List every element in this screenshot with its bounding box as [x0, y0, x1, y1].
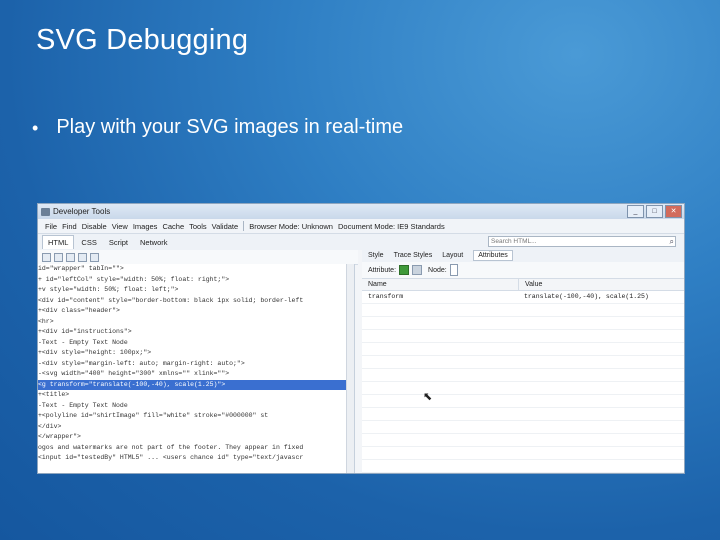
properties-tabs: Style Trace Styles Layout Attributes: [362, 248, 684, 262]
menu-tools[interactable]: Tools: [189, 222, 207, 231]
empty-row: [362, 447, 684, 460]
code-line[interactable]: +<polyline id="shirtImage" fill="white" …: [38, 411, 354, 422]
dom-tree-scrollbar[interactable]: [346, 264, 354, 473]
properties-pane: Style Trace Styles Layout Attributes Att…: [362, 248, 684, 473]
maximize-button[interactable]: □: [646, 205, 663, 218]
empty-row: [362, 421, 684, 434]
tab-script[interactable]: Script: [104, 236, 133, 249]
code-line[interactable]: +<div style="height: 100px;">: [38, 348, 354, 359]
add-attribute-icon[interactable]: [399, 265, 410, 275]
code-line[interactable]: id="wrapper" tabIn="">: [38, 264, 354, 275]
dom-tree-pane[interactable]: id="wrapper" tabIn=""> + id="leftCol" st…: [38, 264, 355, 473]
code-line[interactable]: +<div class="header">: [38, 306, 354, 317]
code-line[interactable]: <div id="content" style="border-bottom: …: [38, 296, 354, 307]
column-name[interactable]: Name: [362, 279, 519, 290]
tab-style[interactable]: Style: [368, 252, 384, 259]
menu-disable[interactable]: Disable: [82, 222, 107, 231]
empty-row: [362, 408, 684, 421]
search-placeholder: Search HTML...: [491, 238, 537, 245]
empty-row: [362, 382, 684, 395]
tab-attributes[interactable]: Attributes: [473, 249, 513, 261]
window-title: Developer Tools: [53, 207, 111, 216]
tab-layout[interactable]: Layout: [442, 252, 463, 259]
menu-cache[interactable]: Cache: [162, 222, 184, 231]
search-input[interactable]: Search HTML... ⌕: [488, 236, 676, 247]
empty-row: [362, 330, 684, 343]
code-line[interactable]: +<div id="instructions">: [38, 327, 354, 338]
edit-icon[interactable]: [90, 252, 99, 262]
empty-row: [362, 395, 684, 408]
menu-view[interactable]: View: [112, 222, 128, 231]
save-icon[interactable]: [78, 252, 87, 262]
code-line[interactable]: +<title>: [38, 390, 354, 401]
menu-images[interactable]: Images: [133, 222, 158, 231]
code-line[interactable]: </div>: [38, 422, 354, 433]
code-line[interactable]: + id="leftCol" style="width: 50%; float:…: [38, 275, 354, 286]
attribute-name[interactable]: transform: [362, 291, 518, 303]
code-line[interactable]: +v style="width: 50%; float: left;">: [38, 285, 354, 296]
menu-file[interactable]: File: [45, 222, 57, 231]
node-label: Node:: [428, 266, 447, 274]
empty-row: [362, 304, 684, 317]
attribute-label: Attribute:: [368, 266, 397, 274]
code-line[interactable]: -Text - Empty Text Node: [38, 401, 354, 412]
selected-code-line[interactable]: <g transform="translate(-100,-40), scale…: [38, 379, 354, 390]
attributes-table-header: Name Value: [362, 279, 684, 291]
tab-trace-styles[interactable]: Trace Styles: [394, 252, 433, 259]
menu-bar: File Find Disable View Images Cache Tool…: [38, 219, 684, 234]
code-line[interactable]: -<svg width="400" height="300" xmlns="" …: [38, 369, 354, 380]
empty-row: [362, 317, 684, 330]
code-line[interactable]: </wrapper">: [38, 432, 354, 443]
attribute-value[interactable]: translate(-100,-40), scale(1.25): [518, 291, 649, 303]
tab-html[interactable]: HTML: [42, 235, 75, 249]
title-bar: Developer Tools _ □ ✕: [38, 204, 684, 219]
html-toolbar: [38, 250, 358, 265]
code-line[interactable]: <input id="testedBy" HTML5" ... <users c…: [38, 453, 354, 464]
bullet-dot-icon: •: [32, 118, 39, 138]
menu-document-mode[interactable]: Document Mode: IE9 Standards: [338, 222, 445, 231]
menu-browser-mode[interactable]: Browser Mode: Unknown: [249, 222, 333, 231]
developer-tools-window: Developer Tools _ □ ✕ File Find Disable …: [37, 203, 685, 474]
attribute-toolbar: Attribute: Node:: [362, 262, 684, 279]
search-icon[interactable]: ⌕: [670, 237, 674, 247]
devtools-app-icon: [41, 207, 50, 216]
node-selector[interactable]: [449, 264, 458, 276]
slide-title: SVG Debugging: [36, 24, 249, 56]
menu-find[interactable]: Find: [62, 222, 77, 231]
code-line[interactable]: ogos and watermarks are not part of the …: [38, 443, 354, 454]
code-line[interactable]: -<div style="margin-left: auto; margin-r…: [38, 359, 354, 370]
empty-row: [362, 343, 684, 356]
table-row[interactable]: transform translate(-100,-40), scale(1.2…: [362, 291, 684, 304]
select-element-icon[interactable]: [42, 252, 51, 262]
empty-row: [362, 460, 684, 473]
clear-icon[interactable]: [54, 252, 63, 262]
column-value[interactable]: Value: [519, 279, 542, 290]
bullet-item: • Play with your SVG images in real-time: [32, 116, 403, 140]
code-line[interactable]: <hr>: [38, 317, 354, 328]
mouse-cursor-icon: ⬉: [423, 391, 433, 403]
menu-validate[interactable]: Validate: [212, 222, 239, 231]
menu-separator: [243, 221, 245, 231]
close-button[interactable]: ✕: [665, 205, 682, 218]
empty-row: [362, 369, 684, 382]
empty-row: [362, 356, 684, 369]
minimize-button[interactable]: _: [627, 205, 644, 218]
delete-attribute-icon[interactable]: [412, 265, 423, 275]
refresh-icon[interactable]: [66, 252, 75, 262]
tab-css[interactable]: CSS: [76, 236, 101, 249]
empty-row: [362, 434, 684, 447]
tab-network[interactable]: Network: [135, 236, 173, 249]
bullet-text: Play with your SVG images in real-time: [56, 116, 404, 138]
code-line[interactable]: -Text - Empty Text Node: [38, 338, 354, 349]
